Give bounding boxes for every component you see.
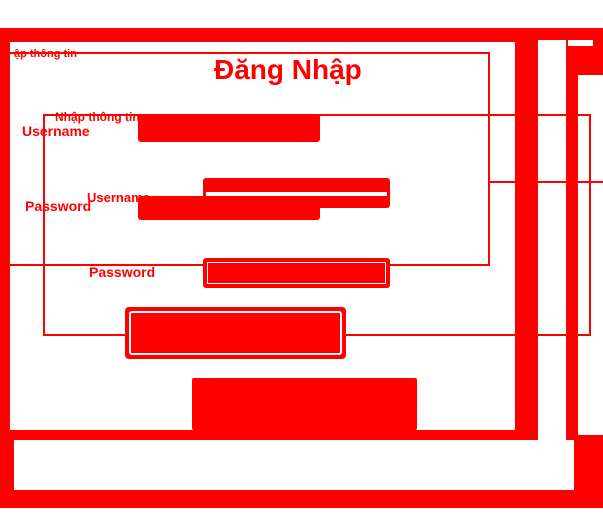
username-input[interactable] — [203, 178, 390, 208]
page-title: Đăng Nhập — [214, 54, 362, 85]
divider-line — [490, 181, 603, 183]
username-label: Username — [87, 190, 150, 205]
login-button-border — [129, 311, 342, 355]
password-label-left: Password — [25, 198, 92, 214]
password-label: Password — [89, 264, 156, 280]
password-input[interactable] — [203, 258, 390, 288]
bottom-gap — [14, 440, 574, 490]
tab-mark — [568, 40, 593, 46]
section-label: ập thông tin — [14, 48, 77, 60]
cancel-button[interactable] — [192, 378, 417, 430]
username-label-left: Username — [22, 123, 90, 139]
form-group-box — [43, 114, 591, 336]
login-button[interactable] — [125, 307, 346, 359]
username-field-upper[interactable] — [138, 114, 320, 142]
